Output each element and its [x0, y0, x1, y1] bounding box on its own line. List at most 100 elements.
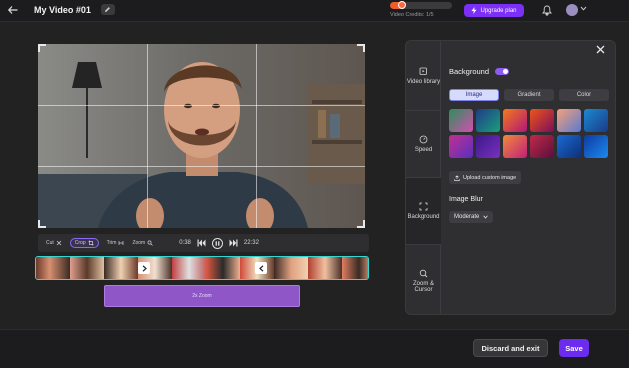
footer-bar: Discard and exit Save	[0, 329, 629, 368]
playback-controls: Cut Crop Trim Zoom 0:38 22:32	[38, 234, 369, 252]
timeline-thumbnail	[104, 257, 138, 279]
segment-gradient[interactable]: Gradient	[504, 89, 554, 101]
skip-forward-icon[interactable]	[229, 239, 238, 247]
image-blur-value: Moderate	[454, 213, 480, 220]
video-title: My Video #01	[34, 4, 91, 15]
edit-title-button[interactable]	[100, 4, 115, 15]
background-thumbnail[interactable]	[503, 109, 527, 132]
current-time: 0:38	[179, 240, 191, 246]
background-thumbnail-grid	[449, 109, 614, 158]
background-thumbnail[interactable]	[584, 109, 608, 132]
video-library-icon	[419, 67, 427, 75]
header-left: My Video #01	[8, 4, 115, 15]
segment-color[interactable]: Color	[559, 89, 609, 101]
timeline-thumbnail	[36, 257, 70, 279]
total-time: 22:32	[243, 240, 259, 246]
upgrade-plan-label: Upgrade plan	[480, 7, 517, 14]
bell-icon[interactable]	[542, 5, 552, 16]
tab-background[interactable]: Background	[406, 178, 441, 245]
trim-handle-right[interactable]	[255, 262, 267, 274]
background-thumbnail[interactable]	[476, 109, 500, 132]
crop-grid-line	[38, 166, 365, 167]
background-thumbnail[interactable]	[584, 135, 608, 158]
chevron-right-icon	[142, 264, 147, 272]
crop-tool-button[interactable]: Crop	[69, 238, 99, 248]
crop-icon	[88, 240, 94, 246]
background-thumbnail[interactable]	[476, 135, 500, 158]
crop-handle-bottom-right[interactable]	[357, 220, 365, 228]
background-thumbnail[interactable]	[557, 109, 581, 132]
tab-speed[interactable]: Speed	[406, 111, 441, 178]
scissors-icon	[56, 240, 62, 246]
background-type-selector: Image Gradient Color	[449, 89, 614, 101]
video-frame-image	[38, 44, 365, 228]
close-icon[interactable]	[596, 45, 605, 57]
zoom-segment[interactable]: 2x Zoom	[104, 285, 300, 307]
side-panel-tabs: Video library Speed Background Zoom & Cu…	[406, 41, 441, 314]
editor-side-panel: Video library Speed Background Zoom & Cu…	[405, 40, 616, 315]
background-icon	[419, 202, 428, 211]
background-thumbnail[interactable]	[530, 135, 554, 158]
tab-zoom-cursor-label: Zoom & Cursor	[412, 280, 434, 293]
save-button[interactable]: Save	[559, 339, 589, 357]
image-blur-dropdown[interactable]: Moderate	[449, 210, 494, 223]
crop-grid-line	[147, 44, 148, 228]
cut-label: Cut	[46, 240, 54, 246]
skip-back-icon[interactable]	[197, 239, 206, 247]
zoom-tool-button[interactable]: Zoom	[132, 240, 153, 246]
timeline-strip[interactable]	[35, 256, 369, 280]
upload-icon	[454, 174, 460, 181]
timeline-thumbnail	[274, 257, 308, 279]
tab-speed-label: Speed	[414, 147, 433, 153]
background-thumbnail[interactable]	[449, 109, 473, 132]
background-toggle[interactable]	[495, 68, 510, 75]
timeline-thumbnail	[308, 257, 342, 279]
bolt-icon	[471, 7, 477, 14]
background-thumbnail[interactable]	[530, 109, 554, 132]
upgrade-plan-button[interactable]: Upgrade plan	[464, 4, 524, 17]
video-preview[interactable]	[38, 44, 365, 228]
magnifier-icon	[147, 240, 153, 246]
background-thumbnail[interactable]	[557, 135, 581, 158]
zoom-label: Zoom	[132, 240, 146, 246]
credits-label: Video Credits: 1/5	[390, 12, 434, 18]
zoom-segment-label: 2x Zoom	[192, 293, 212, 299]
top-bar: My Video #01 Video Credits: 1/5 Upgrade …	[0, 0, 629, 22]
chevron-left-icon	[258, 264, 263, 272]
video-credits-meter: Video Credits: 1/5	[390, 1, 452, 18]
background-label: Background	[449, 67, 490, 76]
discard-and-exit-button[interactable]: Discard and exit	[473, 339, 548, 357]
crop-grid-line	[256, 44, 257, 228]
timeline-thumbnail	[342, 257, 368, 279]
arrow-left-icon[interactable]	[8, 5, 18, 14]
zoom-cursor-icon	[419, 269, 428, 277]
trim-icon	[119, 241, 124, 245]
chevron-down-icon	[483, 215, 489, 219]
chevron-down-icon[interactable]	[580, 6, 587, 11]
tab-background-label: Background	[407, 214, 440, 220]
crop-label: Crop	[74, 240, 86, 246]
user-avatar[interactable]	[566, 4, 578, 16]
timeline-thumbnail	[206, 257, 240, 279]
image-blur-label: Image Blur	[449, 195, 483, 203]
background-thumbnail[interactable]	[503, 135, 527, 158]
tab-video-library-label: Video library	[406, 78, 441, 85]
cut-tool-button[interactable]: Cut	[46, 240, 62, 246]
segment-image[interactable]: Image	[449, 89, 499, 101]
pause-icon	[215, 240, 220, 246]
crop-handle-top-right[interactable]	[357, 44, 365, 52]
trim-handle-left[interactable]	[138, 262, 150, 274]
crop-handle-top-left[interactable]	[38, 44, 46, 52]
crop-grid-line	[38, 105, 365, 106]
trim-tool-button[interactable]: Trim	[107, 240, 125, 246]
pause-button[interactable]	[211, 237, 223, 249]
timeline-thumbnail	[172, 257, 206, 279]
speedometer-icon	[419, 135, 428, 144]
tab-zoom-cursor[interactable]: Zoom & Cursor	[406, 245, 441, 316]
crop-handle-bottom-left[interactable]	[38, 220, 46, 228]
background-thumbnail[interactable]	[449, 135, 473, 158]
upload-custom-image-button[interactable]: Upload custom image	[449, 171, 522, 184]
trim-label: Trim	[106, 240, 117, 246]
tab-video-library[interactable]: Video library	[406, 41, 441, 111]
background-settings: Background Image Gradient Color Upload c…	[449, 67, 614, 223]
